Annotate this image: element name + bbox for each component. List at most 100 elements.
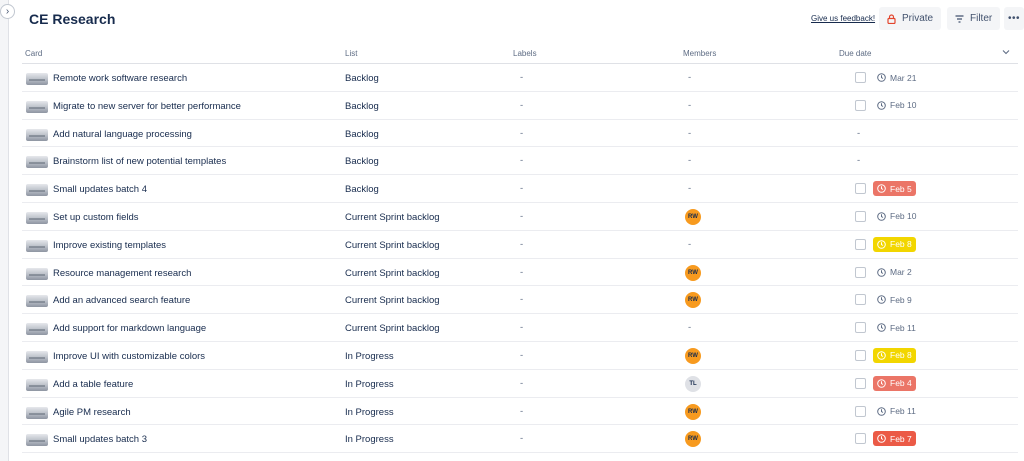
card-name[interactable]: Add support for markdown language xyxy=(53,323,206,334)
member-avatar[interactable]: RW xyxy=(685,403,701,420)
list-name[interactable]: Current Sprint backlog xyxy=(345,212,440,223)
due-complete-checkbox[interactable] xyxy=(855,322,866,334)
table-row[interactable]: Add support for markdown language Current… xyxy=(22,314,1018,342)
card-cover-thumbnail[interactable] xyxy=(26,267,48,280)
list-name[interactable]: Backlog xyxy=(345,184,379,195)
due-complete-checkbox[interactable] xyxy=(855,210,866,222)
member-avatar[interactable]: RW xyxy=(685,431,701,448)
members-empty[interactable]: - xyxy=(688,100,691,111)
labels-value[interactable]: - xyxy=(520,378,523,389)
column-header-card[interactable]: Card xyxy=(25,49,42,58)
member-avatar[interactable]: RW xyxy=(685,208,701,225)
labels-value[interactable]: - xyxy=(520,100,523,111)
list-name[interactable]: Backlog xyxy=(345,73,379,84)
members-empty[interactable]: - xyxy=(688,128,691,139)
card-cover-thumbnail[interactable] xyxy=(26,100,48,113)
column-header-due-date[interactable]: Due date xyxy=(839,49,871,58)
card-name[interactable]: Resource management research xyxy=(53,268,191,279)
card-name[interactable]: Improve existing templates xyxy=(53,240,166,251)
due-date[interactable]: Mar 2 xyxy=(873,265,916,280)
table-row[interactable]: Add a table feature In Progress - TL Feb 4 xyxy=(22,370,1018,398)
card-name[interactable]: Remote work software research xyxy=(53,73,187,84)
member-avatar[interactable]: RW xyxy=(685,347,701,364)
due-date[interactable]: Mar 21 xyxy=(873,70,920,85)
card-cover-thumbnail[interactable] xyxy=(26,73,48,85)
table-row[interactable]: Brainstorm list of new potential templat… xyxy=(22,147,1018,176)
card-cover-thumbnail[interactable] xyxy=(26,350,48,363)
labels-value[interactable]: - xyxy=(520,406,523,417)
labels-value[interactable]: - xyxy=(520,294,523,305)
due-date-badge[interactable]: Feb 4 xyxy=(873,375,916,391)
due-date[interactable]: Feb 10 xyxy=(873,209,920,224)
card-name[interactable]: Migrate to new server for better perform… xyxy=(53,101,241,112)
table-row[interactable]: Add an advanced search feature Current Sp… xyxy=(22,286,1018,315)
card-cover-thumbnail[interactable] xyxy=(26,156,48,169)
due-date-empty[interactable]: - xyxy=(857,128,860,139)
table-row[interactable]: Migrate to new server for better perform… xyxy=(22,92,1018,120)
card-cover-thumbnail[interactable] xyxy=(26,323,48,336)
member-avatar[interactable]: RW xyxy=(685,292,701,309)
list-name[interactable]: In Progress xyxy=(345,434,394,445)
card-cover-thumbnail[interactable] xyxy=(26,239,48,252)
card-name[interactable]: Small updates batch 4 xyxy=(53,184,147,195)
card-name[interactable]: Add natural language processing xyxy=(53,129,192,140)
card-name[interactable]: Add an advanced search feature xyxy=(53,295,190,306)
card-cover-thumbnail[interactable] xyxy=(26,295,48,308)
table-row[interactable]: Improve existing templates Current Sprint… xyxy=(22,231,1018,259)
sort-chevron-down-icon[interactable] xyxy=(1002,48,1010,57)
due-date-badge[interactable]: Feb 5 xyxy=(873,181,916,197)
table-row[interactable]: Resource management research Current Spri… xyxy=(22,259,1018,287)
list-name[interactable]: Backlog xyxy=(345,129,379,140)
due-complete-checkbox[interactable] xyxy=(855,349,866,361)
column-header-members[interactable]: Members xyxy=(683,49,716,58)
labels-value[interactable]: - xyxy=(520,128,523,139)
card-cover-thumbnail[interactable] xyxy=(26,184,48,197)
table-row[interactable]: Small updates batch 3 In Progress - RW Feb 7 xyxy=(22,425,1018,454)
labels-value[interactable]: - xyxy=(520,211,523,222)
table-row[interactable]: Set up custom fields Current Sprint backl… xyxy=(22,203,1018,231)
feedback-link[interactable]: Give us feedback! xyxy=(811,14,875,23)
list-name[interactable]: In Progress xyxy=(345,407,394,418)
due-date[interactable]: Feb 11 xyxy=(873,404,920,419)
labels-value[interactable]: - xyxy=(520,350,523,361)
members-empty[interactable]: - xyxy=(688,183,691,194)
list-name[interactable]: Backlog xyxy=(345,101,379,112)
card-cover-thumbnail[interactable] xyxy=(26,378,48,391)
card-name[interactable]: Small updates batch 3 xyxy=(53,434,147,445)
due-complete-checkbox[interactable] xyxy=(855,238,866,250)
list-name[interactable]: Current Sprint backlog xyxy=(345,268,440,279)
due-complete-checkbox[interactable] xyxy=(855,433,866,445)
labels-value[interactable]: - xyxy=(520,183,523,194)
due-complete-checkbox[interactable] xyxy=(855,377,866,389)
due-date[interactable]: Feb 11 xyxy=(873,320,920,335)
due-complete-checkbox[interactable] xyxy=(855,266,866,278)
members-empty[interactable]: - xyxy=(688,155,691,166)
expand-sidebar-button[interactable]: › xyxy=(0,4,15,19)
table-row[interactable]: Remote work software research Backlog - - Ma… xyxy=(22,64,1018,92)
member-avatar[interactable]: RW xyxy=(685,264,701,281)
table-row[interactable]: Small updates batch 4 Backlog - - Feb 5 xyxy=(22,175,1018,203)
due-complete-checkbox[interactable] xyxy=(855,99,866,111)
labels-value[interactable]: - xyxy=(520,155,523,166)
members-empty[interactable]: - xyxy=(688,239,691,250)
column-header-labels[interactable]: Labels xyxy=(513,49,537,58)
due-date-badge[interactable]: Feb 7 xyxy=(873,431,916,447)
due-complete-checkbox[interactable] xyxy=(855,294,866,306)
list-name[interactable]: Backlog xyxy=(345,156,379,167)
list-name[interactable]: Current Sprint backlog xyxy=(345,295,440,306)
due-complete-checkbox[interactable] xyxy=(855,183,866,195)
member-avatar[interactable]: TL xyxy=(685,375,701,392)
more-options-button[interactable]: ••• xyxy=(1004,7,1024,30)
labels-value[interactable]: - xyxy=(520,72,523,83)
table-row[interactable]: Add natural language processing Backlog - -… xyxy=(22,120,1018,148)
members-empty[interactable]: - xyxy=(688,322,691,333)
card-name[interactable]: Agile PM research xyxy=(53,407,131,418)
column-header-list[interactable]: List xyxy=(345,49,357,58)
list-name[interactable]: In Progress xyxy=(345,351,394,362)
filter-button[interactable]: Filter xyxy=(947,7,1000,30)
members-empty[interactable]: - xyxy=(688,72,691,83)
card-name[interactable]: Set up custom fields xyxy=(53,212,139,223)
card-cover-thumbnail[interactable] xyxy=(26,128,48,141)
list-name[interactable]: Current Sprint backlog xyxy=(345,240,440,251)
table-row[interactable]: Agile PM research In Progress - RW Feb 11 xyxy=(22,398,1018,426)
